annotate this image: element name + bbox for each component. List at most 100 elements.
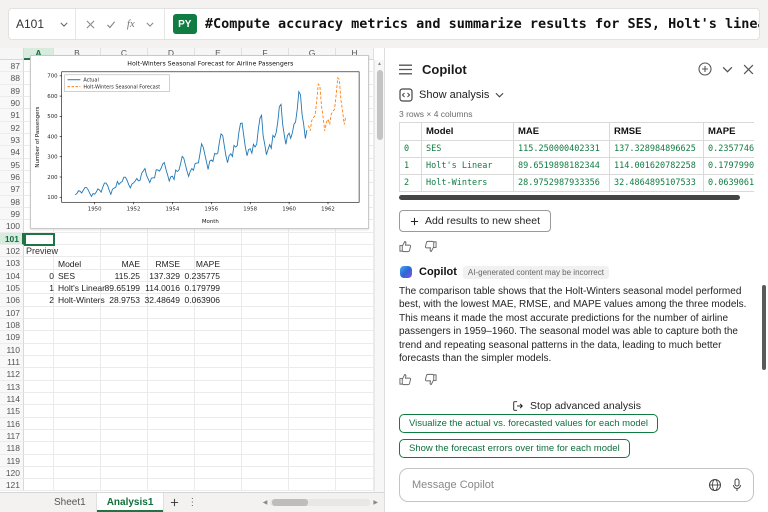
cell-g113[interactable] [289,381,336,393]
cell-e110[interactable] [195,344,242,356]
cell-f121[interactable] [242,479,289,491]
cell-d111[interactable] [148,356,195,368]
hamburger-icon[interactable] [399,64,412,75]
thumb-down-icon[interactable] [424,373,437,386]
add-sheet-button[interactable] [164,493,184,512]
cell-c114[interactable] [101,393,148,405]
row-header-93[interactable]: 93 [0,134,24,146]
confirm-icon[interactable] [106,20,116,29]
hscroll-thumb[interactable] [272,499,308,506]
cell-b120[interactable] [54,467,101,479]
cell-g115[interactable] [289,405,336,417]
copilot-vertical-scrollbar[interactable] [762,285,766,370]
row-header-97[interactable]: 97 [0,183,24,195]
cell-e116[interactable] [195,418,242,430]
sheet-options-icon[interactable]: ⋮ [184,493,200,512]
formula-input[interactable]: #Compute accuracy metrics and summarize … [205,16,759,32]
analysis-table-scrollbar[interactable] [399,195,740,200]
row-header-88[interactable]: 88 [0,72,24,84]
row-header-92[interactable]: 92 [0,122,24,134]
cell-a121[interactable] [24,479,54,491]
cell-g117[interactable] [289,430,336,442]
cell-f111[interactable] [242,356,289,368]
cell-c117[interactable] [101,430,148,442]
cell-g120[interactable] [289,467,336,479]
cell-c101[interactable] [101,233,148,245]
cell-c111[interactable] [101,356,148,368]
cell-b111[interactable] [54,356,101,368]
chevron-down-icon[interactable] [146,22,154,27]
cell-f119[interactable] [242,455,289,467]
row-header-105[interactable]: 105 [0,282,24,294]
cell-h114[interactable] [336,393,374,405]
show-analysis-dropdown[interactable]: Show analysis [399,88,754,102]
cell-c116[interactable] [101,418,148,430]
cell-g106[interactable] [289,294,336,306]
cell-d114[interactable] [148,393,195,405]
cell-h107[interactable] [336,307,374,319]
cell-b109[interactable] [54,331,101,343]
cell-h109[interactable] [336,331,374,343]
cell-f114[interactable] [242,393,289,405]
cell-f113[interactable] [242,381,289,393]
cell-d102[interactable] [148,245,195,257]
row-header-118[interactable]: 118 [0,442,24,454]
cell-d116[interactable] [148,418,195,430]
cell-h116[interactable] [336,418,374,430]
row-header-101[interactable]: 101 [0,233,24,245]
row-header-87[interactable]: 87 [0,60,24,72]
add-results-button[interactable]: Add results to new sheet [399,210,551,232]
cell-b121[interactable] [54,479,101,491]
row-header-100[interactable]: 100 [0,220,24,232]
cell-c118[interactable] [101,442,148,454]
hscroll-track[interactable] [270,499,370,506]
insert-function-icon[interactable]: fx [127,18,135,30]
cell-b119[interactable] [54,455,101,467]
cell-e119[interactable] [195,455,242,467]
row-header-96[interactable]: 96 [0,171,24,183]
sheet-horizontal-scrollbar[interactable]: ◀ ▶ [263,493,384,512]
cell-h104[interactable] [336,270,374,282]
cell-b116[interactable] [54,418,101,430]
vscroll-thumb[interactable] [377,70,383,140]
row-header-115[interactable]: 115 [0,405,24,417]
cell-e111[interactable] [195,356,242,368]
row-header-104[interactable]: 104 [0,270,24,282]
cell-g114[interactable] [289,393,336,405]
cell-c121[interactable] [101,479,148,491]
cell-h119[interactable] [336,455,374,467]
cell-c113[interactable] [101,381,148,393]
cell-a119[interactable] [24,455,54,467]
row-header-108[interactable]: 108 [0,319,24,331]
cell-d118[interactable] [148,442,195,454]
suggestion-chip-visualize[interactable]: Visualize the actual vs. forecasted valu… [399,414,658,433]
cell-g102[interactable] [289,245,336,257]
cell-d112[interactable] [148,368,195,380]
suggestion-chip-errors[interactable]: Show the forecast errors over time for e… [399,439,630,458]
row-header-89[interactable]: 89 [0,85,24,97]
cell-b115[interactable] [54,405,101,417]
cell-c109[interactable] [101,331,148,343]
cell-c107[interactable] [101,307,148,319]
row-header-102[interactable]: 102 [0,245,24,257]
cell-g105[interactable] [289,282,336,294]
row-header-121[interactable]: 121 [0,479,24,491]
globe-icon[interactable] [708,478,722,492]
select-all-corner[interactable] [0,48,24,60]
cell-a111[interactable] [24,356,54,368]
row-header-98[interactable]: 98 [0,196,24,208]
cell-g109[interactable] [289,331,336,343]
name-box[interactable]: A101 [9,9,76,39]
cell-a117[interactable] [24,430,54,442]
cell-e117[interactable] [195,430,242,442]
cell-h120[interactable] [336,467,374,479]
cell-e121[interactable] [195,479,242,491]
row-header-91[interactable]: 91 [0,109,24,121]
cell-f116[interactable] [242,418,289,430]
sheet-tab-sheet1[interactable]: Sheet1 [44,493,97,512]
cell-e109[interactable] [195,331,242,343]
new-chat-icon[interactable] [698,62,712,76]
chevron-down-icon[interactable] [722,66,733,73]
cell-e120[interactable] [195,467,242,479]
cell-g108[interactable] [289,319,336,331]
